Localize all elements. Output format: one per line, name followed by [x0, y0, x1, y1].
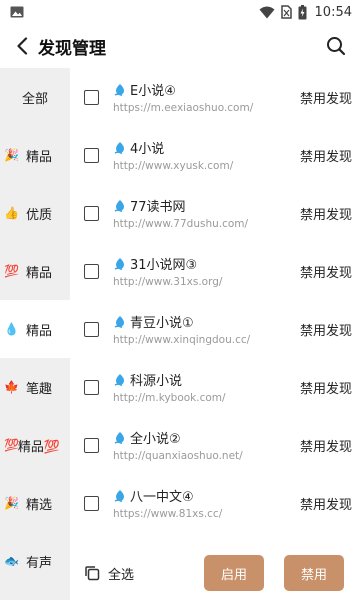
app-bar: 发现管理: [0, 24, 360, 68]
source-checkbox[interactable]: [84, 205, 99, 221]
source-checkbox[interactable]: [84, 147, 99, 163]
status-time: 10:54: [314, 4, 352, 20]
disable-discovery-button[interactable]: 禁用发现: [288, 146, 352, 165]
disable-discovery-button[interactable]: 禁用发现: [288, 204, 352, 223]
source-checkbox[interactable]: [84, 89, 99, 105]
wifi-icon: [259, 6, 275, 18]
list-item: 全小说② http://quanxiaoshuo.net/ 禁用发现: [70, 416, 360, 474]
source-url: http://www.xyusk.com/: [113, 159, 234, 172]
list-item: 4小说 http://www.xyusk.com/ 禁用发现: [70, 126, 360, 184]
sidebar-item-label: 精品💯: [17, 439, 61, 455]
source-url: http://www.31xs.org/: [113, 275, 223, 288]
source-list: E小说④ https://m.eexiaoshuo.com/ 禁用发现 4小说 …: [70, 68, 360, 600]
droplets-icon: 💧: [4, 322, 19, 336]
select-all-button[interactable]: 全选: [84, 564, 134, 583]
sidebar-item-jingpin-100-b[interactable]: 💯 精品💯: [0, 416, 70, 474]
droplet-icon: [114, 315, 124, 328]
source-name: 八一中文④: [130, 490, 194, 505]
droplet-icon: [114, 199, 124, 212]
list-item: E小说④ https://m.eexiaoshuo.com/ 禁用发现: [70, 68, 360, 126]
source-name: 77读书网: [130, 200, 186, 215]
disable-discovery-button[interactable]: 禁用发现: [288, 494, 352, 513]
droplet-icon: [114, 257, 124, 270]
search-button[interactable]: [322, 32, 350, 60]
droplet-icon: [114, 83, 124, 96]
sidebar-item-label: 笔趣: [25, 381, 52, 397]
sidebar-item-jingpin-100[interactable]: 💯 精品: [0, 242, 70, 300]
source-checkbox[interactable]: [84, 263, 99, 279]
maple-leaf-icon: 🍁: [4, 380, 19, 394]
back-button[interactable]: [12, 34, 32, 58]
sidebar-item-jingpin-drop[interactable]: 💧 精品: [0, 300, 70, 358]
source-name: 科源小说: [130, 374, 183, 389]
party-popper-icon: 🎉: [4, 496, 19, 510]
search-icon: [327, 37, 346, 56]
list-item: 科源小说 http://m.kybook.com/ 禁用发现: [70, 358, 360, 416]
disable-discovery-button[interactable]: 禁用发现: [288, 262, 352, 281]
hundred-points-icon: 💯: [4, 438, 19, 452]
gallery-notification-icon: [10, 6, 24, 18]
source-name: 青豆小说①: [130, 316, 194, 331]
status-bar: 10:54: [0, 0, 360, 24]
select-all-label: 全选: [108, 567, 135, 583]
sidebar-item-jingxuan[interactable]: 🎉 精选: [0, 474, 70, 532]
source-url: http://www.xinqingdou.cc/: [113, 333, 251, 346]
enable-button[interactable]: 启用: [204, 555, 264, 591]
sidebar-item-label: 精品: [25, 149, 52, 165]
sidebar-item-label: 优质: [25, 207, 52, 223]
list-item: 77读书网 http://www.77dushu.com/ 禁用发现: [70, 184, 360, 242]
source-url: https://m.eexiaoshuo.com/: [113, 101, 254, 114]
source-url: http://m.kybook.com/: [113, 391, 226, 404]
droplet-icon: [114, 489, 124, 502]
sidebar-item-biqu[interactable]: 🍁 笔趣: [0, 358, 70, 416]
sidebar-item-label: 全部: [21, 91, 48, 107]
source-checkbox[interactable]: [84, 379, 99, 395]
sidebar-item-jingpin-party[interactable]: 🎉 精品: [0, 126, 70, 184]
sidebar-item-all[interactable]: 全部: [0, 68, 70, 126]
source-checkbox[interactable]: [84, 495, 99, 511]
sidebar-item-youzhi[interactable]: 👍 优质: [0, 184, 70, 242]
thumbs-up-icon: 👍: [4, 206, 19, 220]
disable-discovery-button[interactable]: 禁用发现: [288, 378, 352, 397]
source-name: 全小说②: [130, 432, 181, 447]
list-item: 31小说网③ http://www.31xs.org/ 禁用发现: [70, 242, 360, 300]
fish-icon: 🐟: [4, 554, 19, 568]
sidebar-item-yousheng[interactable]: 🐟 有声: [0, 532, 70, 590]
back-arrow-icon: [17, 37, 28, 55]
droplet-icon: [114, 431, 124, 444]
sidebar-item-label: 精选: [25, 497, 52, 513]
list-item: 八一中文④ https://www.81xs.cc/ 禁用发现: [70, 474, 360, 532]
sim-no-signal-icon: [280, 5, 292, 19]
sidebar-item-label: 有声: [25, 555, 52, 571]
disable-discovery-button[interactable]: 禁用发现: [288, 436, 352, 455]
disable-discovery-button[interactable]: 禁用发现: [288, 320, 352, 339]
list-item: 青豆小说① http://www.xinqingdou.cc/ 禁用发现: [70, 300, 360, 358]
disable-discovery-button[interactable]: 禁用发现: [288, 88, 352, 107]
sidebar-item-label: 精品: [25, 265, 52, 281]
battery-charging-icon: [298, 4, 307, 19]
disable-button[interactable]: 禁用: [284, 555, 344, 591]
source-url: http://quanxiaoshuo.net/: [113, 449, 243, 462]
source-checkbox[interactable]: [84, 437, 99, 453]
source-name: 31小说网③: [130, 258, 198, 273]
source-checkbox[interactable]: [84, 321, 99, 337]
source-name: E小说④: [130, 84, 176, 99]
party-popper-icon: 🎉: [4, 148, 19, 162]
group-sidebar: 全部 🎉 精品 👍 优质 💯 精品 💧 精品 🍁 笔趣 💯 精品💯 🎉 精选 🐟…: [0, 68, 70, 600]
select-all-icon: [85, 566, 100, 581]
bottom-action-bar: 全选 启用 禁用: [70, 546, 360, 600]
source-url: http://www.77dushu.com/: [113, 217, 249, 230]
hundred-points-icon: 💯: [4, 264, 19, 278]
droplet-icon: [114, 373, 124, 386]
source-url: https://www.81xs.cc/: [113, 507, 223, 520]
source-name: 4小说: [130, 142, 165, 157]
droplet-icon: [114, 141, 124, 154]
sidebar-item-label: 精品: [25, 323, 52, 339]
page-title: 发现管理: [38, 38, 106, 59]
